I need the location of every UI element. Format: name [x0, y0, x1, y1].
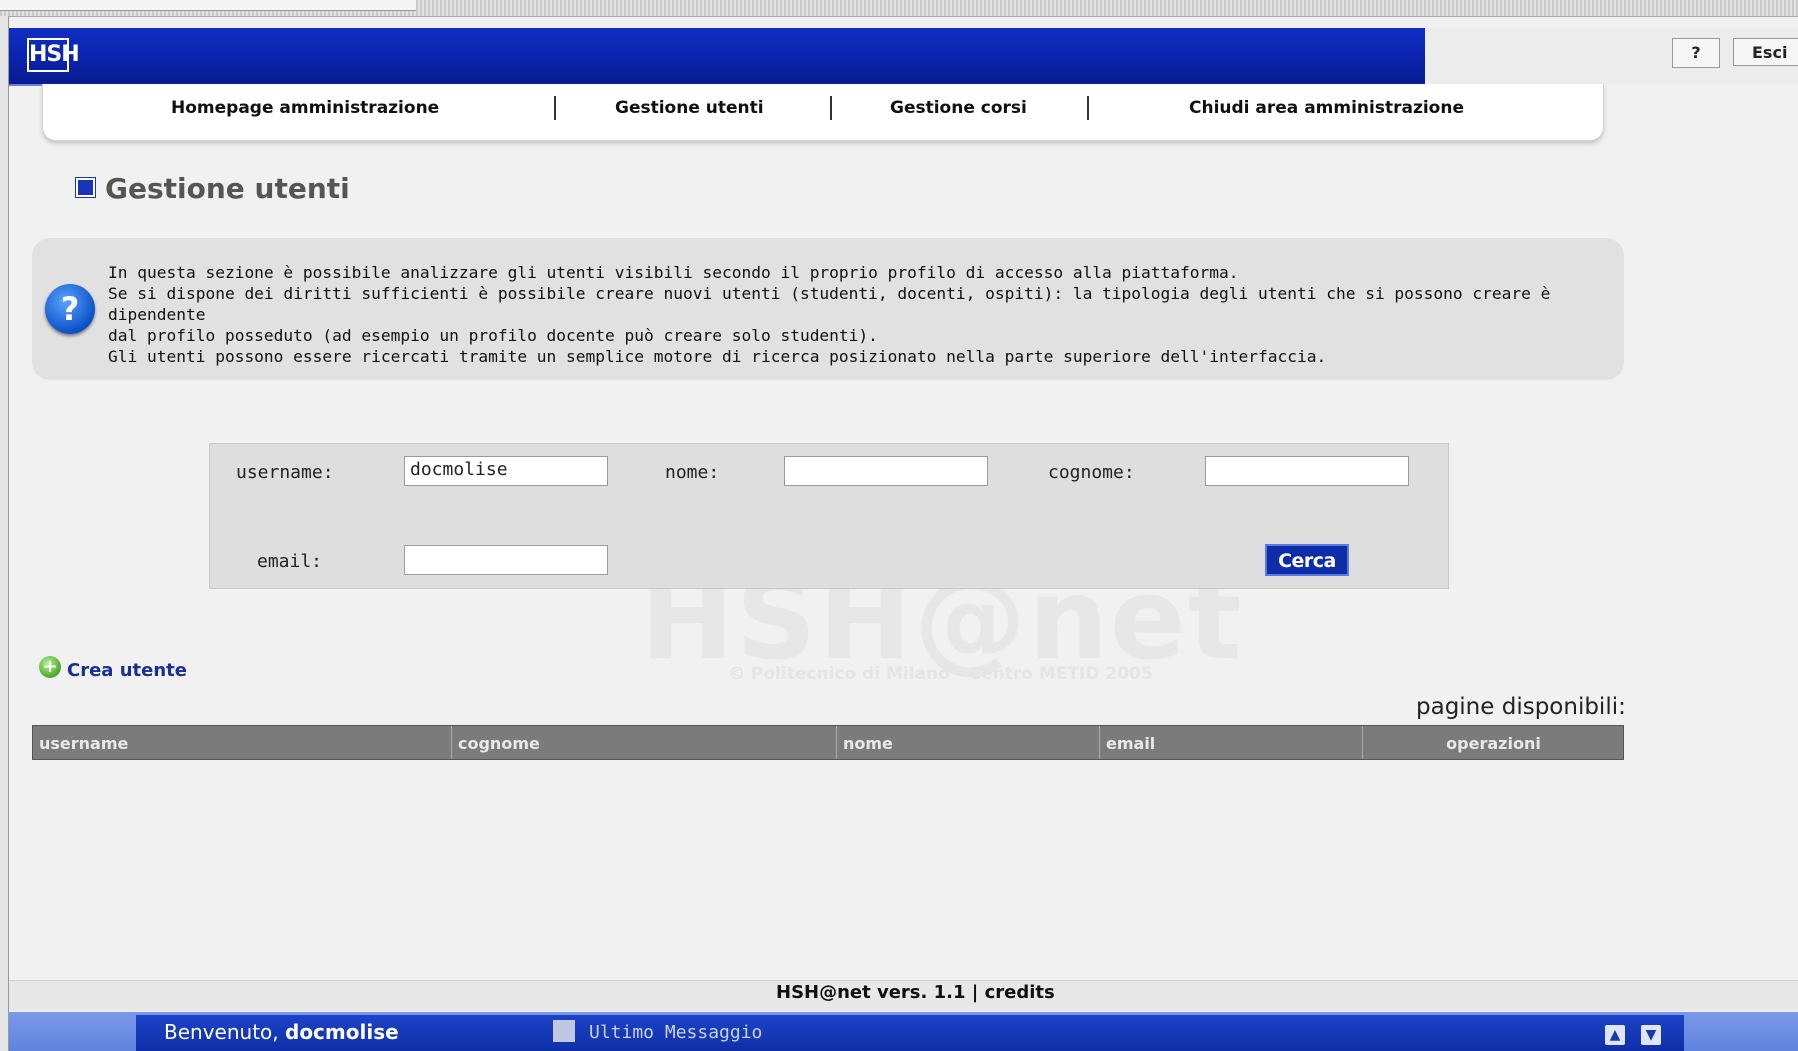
page-title-text: Gestione utenti [105, 172, 350, 205]
nav-item-homepage[interactable]: Homepage amministrazione [171, 98, 439, 118]
nome-input[interactable] [784, 456, 988, 486]
browser-tab [0, 0, 416, 11]
header-bar: HSH [9, 28, 1425, 86]
logo: HSH [27, 38, 80, 72]
last-message-link[interactable]: Ultimo Messaggio [553, 1020, 763, 1044]
nome-label: nome: [665, 462, 720, 483]
message-icon [553, 1020, 575, 1042]
username-label: username: [236, 462, 334, 483]
search-form: username: docmolise nome: cognome: email… [209, 443, 1449, 589]
cognome-input[interactable] [1205, 456, 1409, 486]
nav-item-gestione-corsi[interactable]: Gestione corsi [890, 98, 1027, 118]
info-text: In questa sezione è possibile analizzare… [108, 262, 1608, 367]
column-email[interactable]: email [1099, 726, 1362, 759]
nav-item-chiudi[interactable]: Chiudi area amministrazione [1189, 98, 1464, 118]
watermark-subtitle: © Politecnico di Milano - Centro METID 2… [728, 664, 1153, 684]
create-user-link[interactable]: + Crea utente [39, 656, 187, 682]
email-input[interactable] [404, 545, 608, 575]
welcome-user: docmolise [285, 1020, 399, 1044]
title-square-icon [75, 176, 96, 198]
email-label: email: [257, 551, 323, 572]
help-button[interactable]: ? [1672, 38, 1720, 68]
welcome-prefix: Benvenuto, [164, 1020, 279, 1044]
info-line: dal profilo posseduto (ad esempio un pro… [108, 326, 878, 345]
create-user-label: Crea utente [67, 660, 187, 681]
info-line: Se si dispone dei diritti sufficienti è … [108, 284, 1551, 324]
arrow-up-icon[interactable]: ▲ [1605, 1025, 1625, 1045]
username-input[interactable]: docmolise [404, 456, 608, 486]
nav-separator [1087, 96, 1089, 120]
page-title: Gestione utenti [75, 172, 350, 205]
nav-separator [554, 96, 556, 120]
exit-button[interactable]: Esci [1733, 38, 1798, 66]
nav-separator [830, 96, 832, 120]
question-icon: ? [45, 284, 95, 334]
column-cognome[interactable]: cognome [451, 726, 836, 759]
column-nome[interactable]: nome [836, 726, 1099, 759]
admin-nav: Homepage amministrazione Gestione utenti… [42, 84, 1604, 141]
last-message-label: Ultimo Messaggio [589, 1022, 763, 1043]
top-strip [0, 0, 1798, 17]
version-credits[interactable]: HSH@net vers. 1.1 | credits [776, 982, 1055, 1003]
left-border [0, 16, 9, 1051]
info-line: In questa sezione è possibile analizzare… [108, 263, 1239, 282]
plus-icon: + [39, 656, 61, 678]
cognome-label: cognome: [1048, 462, 1135, 483]
welcome-text: Benvenuto, docmolise [164, 1020, 399, 1044]
pages-label: pagine disponibili: [1416, 694, 1626, 720]
arrow-down-icon[interactable]: ▼ [1641, 1025, 1661, 1045]
info-line: Gli utenti possono essere ricercati tram… [108, 347, 1327, 366]
info-box: ? In questa sezione è possibile analizza… [32, 238, 1624, 380]
column-username[interactable]: username [33, 726, 451, 759]
search-button[interactable]: Cerca [1265, 544, 1349, 576]
nav-item-gestione-utenti[interactable]: Gestione utenti [615, 98, 764, 118]
users-table-header: username cognome nome email operazioni [32, 725, 1624, 760]
column-operazioni[interactable]: operazioni [1362, 726, 1624, 759]
